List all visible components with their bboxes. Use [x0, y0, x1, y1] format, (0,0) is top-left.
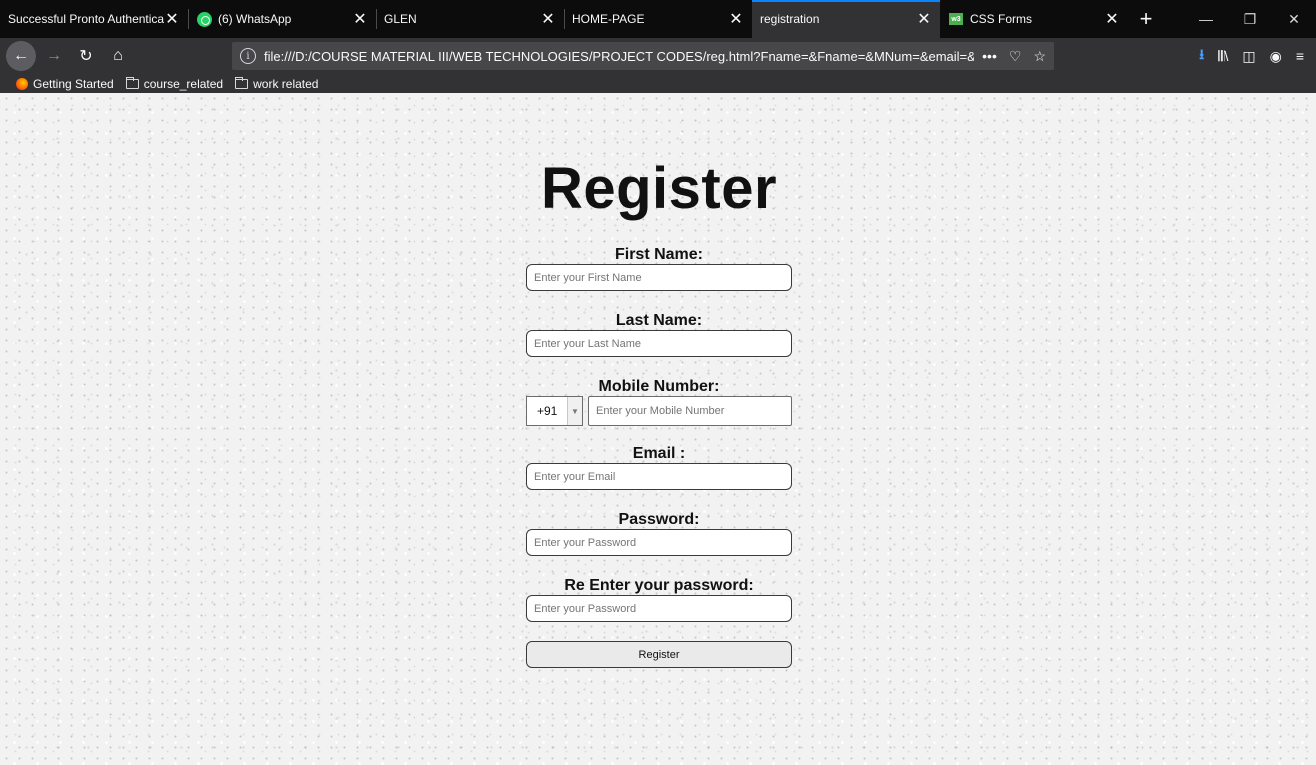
- w3schools-icon: w3: [948, 11, 964, 27]
- pocket-icon[interactable]: ♡: [1009, 48, 1022, 65]
- tab-title: registration: [760, 12, 820, 26]
- whatsapp-icon: [196, 11, 212, 27]
- country-code-select[interactable]: +91 ▼: [526, 396, 583, 426]
- last-name-field[interactable]: [526, 330, 792, 357]
- tab-home-page[interactable]: HOME-PAGE ✕: [564, 0, 752, 38]
- url-text[interactable]: file:///D:/COURSE MATERIAL III/WEB TECHN…: [264, 49, 974, 64]
- minimize-icon[interactable]: —: [1184, 0, 1228, 38]
- password-field[interactable]: [526, 529, 792, 556]
- tab-strip: Successful Pronto Authentication ✕ (6) W…: [0, 0, 1316, 38]
- tab-whatsapp[interactable]: (6) WhatsApp ✕: [188, 0, 376, 38]
- first-name-label: First Name:: [614, 246, 704, 263]
- country-code-value: +91: [537, 404, 558, 418]
- account-icon[interactable]: ◉: [1270, 48, 1282, 65]
- reenter-password-label: Re Enter your password:: [564, 577, 754, 594]
- email-label: Email :: [632, 445, 686, 462]
- tab-title: (6) WhatsApp: [218, 12, 292, 26]
- bookmark-getting-started[interactable]: Getting Started: [16, 77, 114, 91]
- window-close-icon[interactable]: ✕: [1272, 0, 1316, 38]
- forward-arrow-icon[interactable]: →: [40, 42, 68, 70]
- bookmark-course-related[interactable]: course_related: [125, 76, 224, 91]
- page-title: Register: [540, 156, 778, 221]
- last-name-label: Last Name:: [615, 312, 703, 329]
- reenter-password-field[interactable]: [526, 595, 792, 622]
- close-icon[interactable]: ✕: [1104, 11, 1120, 28]
- folder-icon: [125, 76, 139, 89]
- firefox-icon: [16, 77, 28, 90]
- password-label: Password:: [618, 511, 700, 528]
- download-icon[interactable]: ⭳: [1199, 44, 1204, 68]
- tab-title: GLEN: [384, 12, 417, 26]
- registration-form: Register First Name: Last Name: Mobile N…: [526, 93, 792, 668]
- restore-icon[interactable]: ❐: [1228, 0, 1272, 38]
- back-arrow-icon[interactable]: ←: [6, 41, 36, 71]
- mobile-number-field[interactable]: [588, 396, 792, 426]
- window-controls: — ❐ ✕: [1184, 0, 1316, 38]
- first-name-field[interactable]: [526, 264, 792, 291]
- close-icon[interactable]: ✕: [916, 11, 932, 28]
- new-tab-button[interactable]: +: [1128, 0, 1164, 38]
- tab-title: Successful Pronto Authentication: [8, 12, 164, 26]
- bookmark-label: work related: [253, 76, 319, 91]
- bookmark-work-related[interactable]: work related: [235, 76, 319, 91]
- info-icon[interactable]: i: [240, 48, 256, 64]
- email-field[interactable]: [526, 463, 792, 490]
- chevron-down-icon: ▼: [567, 397, 582, 425]
- folder-icon: [235, 76, 249, 89]
- bookmarks-bar: Getting Started course_related work rela…: [0, 74, 1316, 93]
- sidebar-icon[interactable]: ◫: [1242, 48, 1255, 65]
- tab-title: HOME-PAGE: [572, 12, 645, 26]
- url-bar[interactable]: i file:///D:/COURSE MATERIAL III/WEB TEC…: [232, 42, 1054, 70]
- tab-css-forms[interactable]: w3 CSS Forms ✕: [940, 0, 1128, 38]
- close-icon[interactable]: ✕: [540, 11, 556, 28]
- library-icon[interactable]: 𝄃𝄃\: [1218, 48, 1228, 65]
- home-icon[interactable]: ⌂: [104, 42, 132, 70]
- tab-registration[interactable]: registration ✕: [752, 0, 940, 38]
- tab-title: CSS Forms: [970, 12, 1033, 26]
- page-viewport: Register First Name: Last Name: Mobile N…: [0, 93, 1316, 765]
- tab-pronto[interactable]: Successful Pronto Authentication ✕: [0, 0, 188, 38]
- close-icon[interactable]: ✕: [352, 11, 368, 28]
- close-icon[interactable]: ✕: [164, 11, 180, 28]
- reload-icon[interactable]: ↻: [72, 42, 100, 70]
- mobile-number-label: Mobile Number:: [598, 378, 720, 395]
- bookmark-label: course_related: [143, 76, 224, 91]
- close-icon[interactable]: ✕: [728, 11, 744, 28]
- mobile-number-row: +91 ▼: [526, 396, 792, 426]
- register-button[interactable]: Register: [526, 641, 792, 668]
- bookmark-star-icon[interactable]: ☆: [1033, 48, 1046, 65]
- bookmark-label: Getting Started: [33, 76, 114, 91]
- tab-glen[interactable]: GLEN ✕: [376, 0, 564, 38]
- menu-icon[interactable]: ≡: [1296, 48, 1304, 64]
- navigation-toolbar: ← → ↻ ⌂ i file:///D:/COURSE MATERIAL III…: [0, 38, 1316, 74]
- page-actions-icon[interactable]: •••: [982, 48, 997, 65]
